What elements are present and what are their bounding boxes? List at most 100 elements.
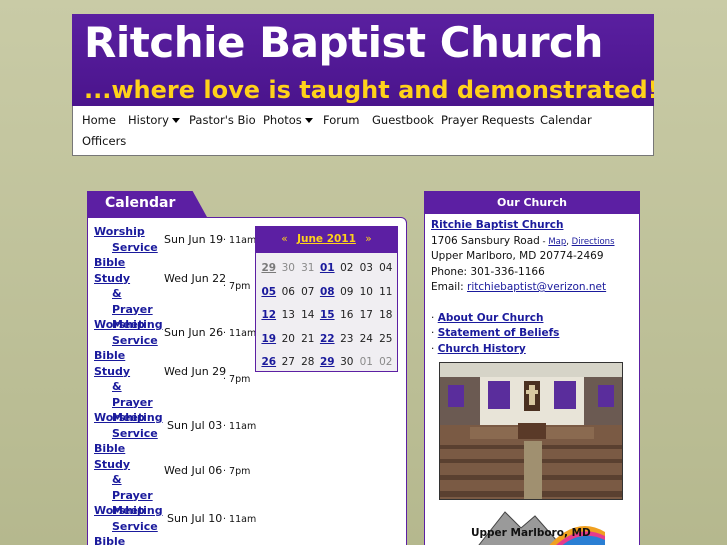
event-time: · 11am [223, 235, 257, 246]
chevron-down-icon [304, 118, 313, 123]
event-time: · 11am [223, 328, 257, 339]
mini-calendar-day: 23 [340, 332, 354, 345]
mini-calendar-header: « June 2011 » [256, 227, 397, 253]
mini-calendar-day: 16 [340, 309, 354, 321]
event-title[interactable]: Worship Service [94, 410, 158, 441]
nav-home[interactable]: Home [82, 113, 116, 127]
nav-photos[interactable]: Photos [263, 113, 313, 127]
mini-calendar-day: 20 [281, 332, 295, 345]
mini-calendar-week: 29 30 31 01 02 03 04 [259, 257, 396, 281]
mini-calendar-day-link[interactable]: 29 [259, 257, 279, 281]
event-date: Wed Jun 29 [164, 365, 227, 378]
bullet: · [431, 312, 435, 324]
upper-marlboro-logo: Upper Marlboro, MD [465, 502, 605, 545]
event-title-line: Service [112, 426, 158, 440]
mini-calendar-day-link[interactable]: 08 [318, 281, 338, 305]
mini-calendar-week: 26 27 28 29 30 01 02 [259, 351, 396, 375]
map-link[interactable]: Map [548, 237, 566, 247]
event-time: · 7pm [223, 374, 251, 385]
mini-calendar-day: 11 [379, 285, 393, 298]
event-title[interactable]: Worship Service [94, 224, 158, 255]
event-time: · 11am [223, 421, 257, 432]
mini-calendar-day: 31 [301, 262, 315, 274]
mini-calendar-day-link[interactable]: 01 [318, 257, 338, 281]
church-city: Upper Marlboro, MD 20774-2469 [431, 250, 604, 262]
nav-calendar[interactable]: Calendar [540, 113, 592, 127]
event-title-line: Bible Study [94, 442, 131, 471]
event-title-line: & [112, 287, 122, 300]
nav-officers[interactable]: Officers [82, 134, 126, 148]
mini-calendar-day: 27 [281, 356, 295, 368]
directions-link[interactable]: Directions [572, 237, 615, 247]
chevron-down-icon [171, 118, 180, 123]
mini-calendar-day: 28 [301, 356, 315, 368]
event-date: Sun Jul 03 [167, 419, 223, 432]
month-link[interactable]: June 2011 [297, 233, 356, 245]
sanctuary-photo-image [440, 363, 622, 499]
event-title-line: & [112, 473, 122, 486]
mini-calendar-day: 21 [301, 332, 315, 345]
mini-calendar-week: 05 06 07 08 09 10 11 [259, 281, 396, 305]
beliefs-link-row: · Statement of Beliefs [431, 327, 559, 339]
mini-calendar-day-link[interactable]: 05 [259, 281, 279, 305]
event-title-line: Prayer [112, 302, 153, 316]
bullet: · [431, 343, 435, 355]
mini-calendar-day: 06 [281, 285, 295, 298]
nav-history[interactable]: History [128, 113, 180, 127]
event-title[interactable]: Worship Service [94, 317, 158, 348]
site-title[interactable]: Ritchie Baptist Church [84, 18, 603, 67]
event-title-line: Prayer [112, 488, 153, 502]
email-link[interactable]: ritchiebaptist@verizon.net [467, 281, 606, 293]
nav-history-label: History [128, 113, 169, 127]
upper-marlboro-logo-image: Upper Marlboro, MD [471, 511, 605, 545]
statement-of-beliefs-link[interactable]: Statement of Beliefs [438, 327, 560, 339]
mini-calendar-day-link[interactable]: 15 [318, 304, 338, 328]
calendar-heading: Calendar [87, 191, 207, 217]
mini-calendar-day: 02 [379, 356, 393, 368]
mini-calendar-day-link[interactable]: 29 [318, 351, 338, 375]
logo-text: Upper Marlboro, MD [471, 527, 591, 539]
event-time: · 11am [223, 514, 257, 525]
event-title-line: Worship [94, 318, 145, 331]
mini-calendar-day-link[interactable]: 22 [318, 328, 338, 352]
event-title-line: Worship [94, 225, 145, 238]
site-header: Ritchie Baptist Church ...where love is … [72, 14, 654, 107]
about-link-row: · About Our Church [431, 312, 543, 324]
nav-guestbook[interactable]: Guestbook [372, 113, 434, 127]
mini-calendar-day-link[interactable]: 26 [259, 351, 279, 375]
event-date: Wed Jun 22 [164, 272, 227, 285]
next-month-link[interactable]: » [365, 233, 371, 245]
sanctuary-photo [439, 362, 623, 500]
event-time: · 7pm [223, 466, 251, 477]
event-title[interactable]: Worship Service [94, 503, 158, 534]
event-title-line: & [112, 380, 122, 393]
mini-calendar-grid: 29 30 31 01 02 03 04 05 06 07 08 09 10 11 12 13 14 15 16 17… [259, 257, 396, 375]
about-our-church-link[interactable]: About Our Church [438, 312, 544, 324]
church-email: Email: ritchiebaptist@verizon.net [431, 281, 606, 293]
our-church-heading: Our Church [425, 192, 639, 214]
event-title-line: Prayer [112, 395, 153, 409]
mini-calendar-day: 14 [301, 309, 315, 321]
mini-calendar-day-link[interactable]: 12 [259, 304, 279, 328]
event-date: Sun Jun 19 [164, 233, 224, 246]
event-title-line: Bible Study [94, 256, 131, 285]
nav-prayer-requests[interactable]: Prayer Requests [441, 113, 534, 127]
nav-pastors-bio[interactable]: Pastor's Bio [189, 113, 256, 127]
event-title-line: Bible Study [94, 349, 131, 378]
main-nav: Home History Pastor's Bio Photos Forum G… [72, 106, 654, 156]
event-date: Sun Jun 26 [164, 326, 224, 339]
mini-calendar-day-link[interactable]: 19 [259, 328, 279, 352]
event-title[interactable]: Bible Study [94, 534, 154, 545]
event-time: · 7pm [223, 281, 251, 292]
prev-month-link[interactable]: « [281, 233, 287, 245]
mini-calendar-day: 30 [340, 356, 354, 368]
nav-forum[interactable]: Forum [323, 113, 359, 127]
event-title-line: Service [112, 333, 158, 347]
our-church-panel: Our Church Ritchie Baptist Church 1706 S… [424, 191, 640, 545]
church-name-link[interactable]: Ritchie Baptist Church [431, 219, 563, 231]
event-title-line: Worship [94, 411, 145, 424]
mini-calendar: « June 2011 » 29 30 31 01 02 03 04 05 06 07 08 09 10… [255, 226, 398, 372]
church-history-link[interactable]: Church History [438, 343, 526, 355]
church-phone: Phone: 301-336-1166 [431, 266, 545, 278]
event-title-line: Service [112, 519, 158, 533]
